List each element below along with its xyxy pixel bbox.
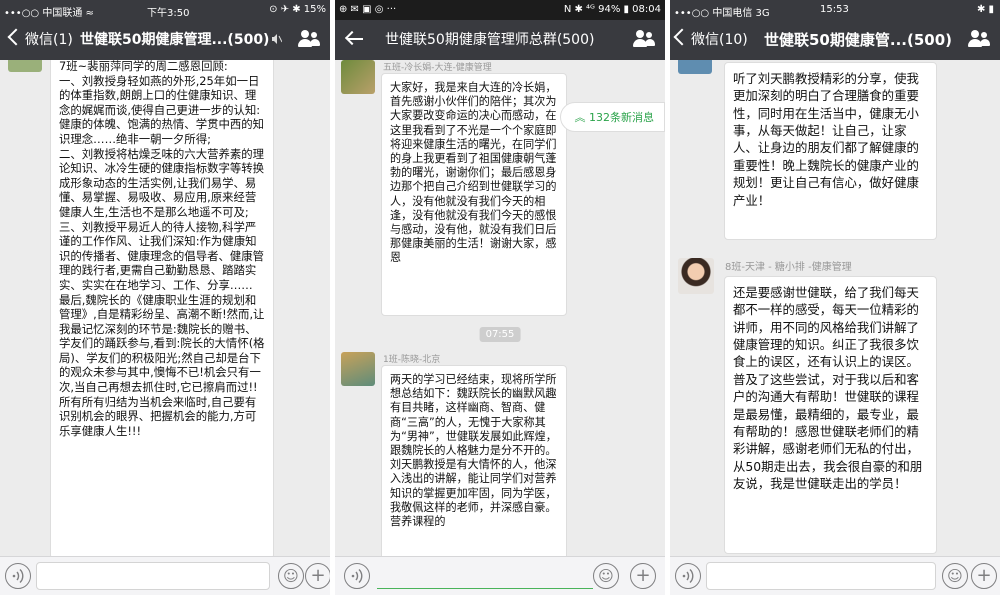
message-bubble: 还是要感谢世健联，给了我们每天都不一样的感受，每天一位精彩的讲师，用不同的风格给…: [724, 276, 937, 554]
sender-name: 五班-冷长娟-大连-健康管理: [383, 63, 492, 73]
screenshot-collage: •••○○ 中国联通 ≈ 下午3:50 ⊙ ✈ ✱ 15% 微信(1) 世健联5…: [0, 0, 1000, 595]
status-time: 下午3:50: [147, 8, 190, 19]
unread-messages-button[interactable]: ︽ 132条新消息: [559, 102, 665, 132]
message-bubble: 两天的学习已经结束，现将所学所想总结如下：魏跃院长的幽默风趣有目共睹，这样幽商、…: [381, 365, 567, 557]
group-members-icon[interactable]: [968, 30, 990, 48]
message-input[interactable]: [377, 562, 593, 589]
message-input[interactable]: [36, 562, 270, 590]
unread-count: 132条新消息: [589, 111, 654, 124]
chat-area: 听了刘天鹏教授精彩的分享，使我更加深刻的明白了合理膳食的重要性，同时用在生活当中…: [670, 60, 1000, 557]
sender-name: 8班-天津 - 糖小排 -健康管理: [725, 262, 852, 273]
status-battery: ✱ ▮: [976, 4, 994, 15]
group-members-icon[interactable]: [633, 30, 655, 48]
message-input[interactable]: [706, 562, 936, 590]
chat-title: 世健联50期健康管理师总群(500): [385, 32, 595, 48]
back-button[interactable]: 微信(1): [7, 28, 73, 49]
avatar[interactable]: [341, 60, 375, 94]
chat-title: 世健联50期健康管理...(500): [80, 32, 270, 48]
chat-area: 7班~裴丽萍同学的周二感恩回顾: 一、刘教授身轻如燕的外形,25年如一日的体重指…: [0, 60, 330, 557]
nav-bar: 微信(10) 世健联50期健康管...(500): [670, 20, 1000, 60]
input-bar: ☺ +: [335, 556, 665, 595]
message-bubble: 听了刘天鹏教授精彩的分享，使我更加深刻的明白了合理膳食的重要性，同时用在生活当中…: [724, 62, 937, 240]
avatar[interactable]: [678, 258, 714, 294]
voice-icon[interactable]: [344, 563, 370, 589]
back-chevron-icon: [7, 28, 25, 46]
avatar[interactable]: [8, 60, 42, 72]
status-bar: •••○○ 中国电信 3G 15:53 ✱ ▮: [670, 0, 1000, 20]
phone-2: ⊕ ✉ ▣ ◎ ··· N ✱ ⁴ᴳ 94% ▮ 08:04 世健联50期健康管…: [335, 0, 665, 595]
back-label: 微信(1): [25, 32, 73, 48]
plus-icon[interactable]: +: [305, 563, 330, 589]
input-bar: ☺ +: [670, 556, 1000, 595]
status-battery: ⊙ ✈ ✱ 15%: [269, 4, 326, 15]
avatar[interactable]: [678, 60, 712, 74]
emoji-icon[interactable]: ☺: [942, 563, 968, 589]
back-chevron-icon: [673, 28, 691, 46]
status-right: N ✱ ⁴ᴳ 94% ▮ 08:04: [563, 4, 661, 15]
back-arrow-icon[interactable]: [347, 38, 363, 40]
group-members-icon[interactable]: [298, 30, 320, 48]
back-label: 微信(10): [691, 32, 748, 48]
phone-3: •••○○ 中国电信 3G 15:53 ✱ ▮ 微信(10) 世健联50期健康管…: [670, 0, 1000, 595]
sender-name: 1班-陈晓-北京: [383, 355, 441, 365]
status-carrier: •••○○ 中国联通 ≈: [4, 8, 94, 19]
voice-icon[interactable]: [675, 563, 701, 589]
emoji-icon[interactable]: ☺: [278, 563, 304, 589]
timestamp: 07:55: [479, 327, 521, 342]
chevrons-up-icon: ︽: [574, 111, 586, 124]
plus-icon[interactable]: +: [630, 563, 656, 589]
status-bar: ⊕ ✉ ▣ ◎ ··· N ✱ ⁴ᴳ 94% ▮ 08:04: [335, 0, 665, 20]
status-notifications: ⊕ ✉ ▣ ◎ ···: [339, 4, 397, 15]
message-bubble: 7班~裴丽萍同学的周二感恩回顾: 一、刘教授身轻如燕的外形,25年如一日的体重指…: [50, 60, 274, 557]
status-carrier: •••○○ 中国电信 3G: [674, 8, 770, 19]
voice-icon[interactable]: [5, 563, 31, 589]
emoji-icon[interactable]: ☺: [593, 563, 619, 589]
message-bubble: 大家好，我是来自大连的冷长娟，首先感谢小伙伴们的陪伴；其次为大家要改变命运的决心…: [381, 73, 567, 316]
plus-icon[interactable]: +: [971, 563, 997, 589]
avatar[interactable]: [341, 352, 375, 386]
nav-bar: 世健联50期健康管理师总群(500): [335, 20, 665, 60]
back-button[interactable]: 微信(10): [673, 28, 748, 49]
chat-area: 五班-冷长娟-大连-健康管理 大家好，我是来自大连的冷长娟，首先感谢小伙伴们的陪…: [335, 60, 665, 557]
mute-icon: [272, 34, 282, 44]
status-time: 15:53: [820, 4, 849, 15]
phone-1: •••○○ 中国联通 ≈ 下午3:50 ⊙ ✈ ✱ 15% 微信(1) 世健联5…: [0, 0, 330, 595]
chat-title: 世健联50期健康管...(500): [764, 31, 952, 49]
status-bar: •••○○ 中国联通 ≈ 下午3:50 ⊙ ✈ ✱ 15%: [0, 0, 330, 20]
input-bar: ☺ +: [0, 556, 330, 595]
nav-bar: 微信(1) 世健联50期健康管理...(500): [0, 20, 330, 60]
